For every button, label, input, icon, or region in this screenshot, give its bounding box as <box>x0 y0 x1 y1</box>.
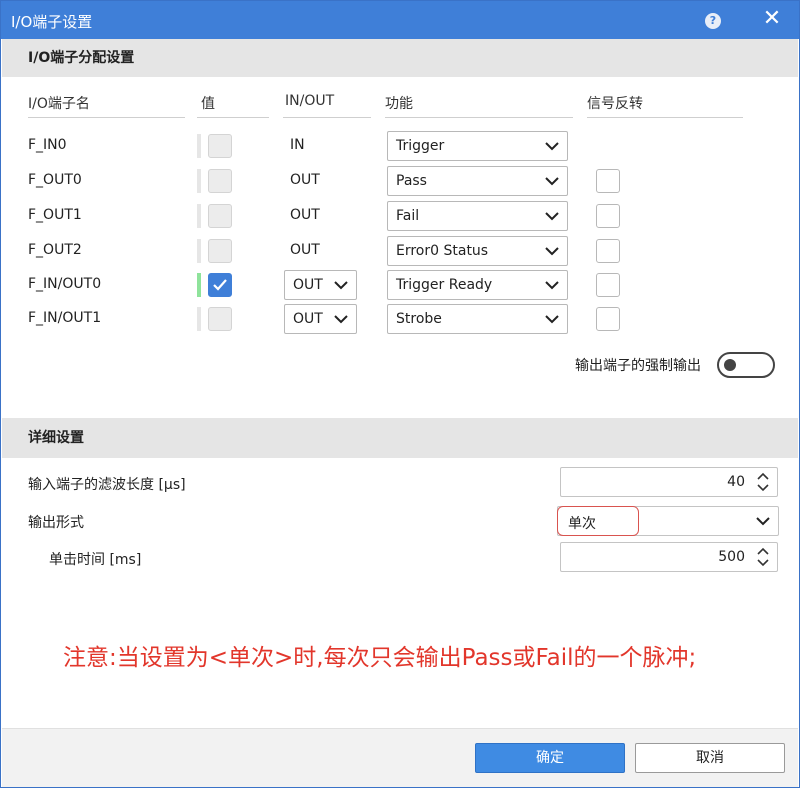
function-select[interactable]: Trigger <box>387 131 568 161</box>
io-direction-select[interactable]: OUT <box>284 304 357 334</box>
value-checkbox[interactable] <box>208 307 232 331</box>
function-value: Error0 Status <box>396 243 489 259</box>
cancel-button[interactable]: 取消 <box>635 743 785 773</box>
signal-invert-checkbox[interactable] <box>596 273 620 297</box>
io-direction-text: IN <box>290 137 305 153</box>
function-value: Pass <box>396 173 427 189</box>
spinner-arrows-icon[interactable] <box>755 470 771 494</box>
col-divider <box>28 117 185 118</box>
filter-length-label: 输入端子的滤波长度 [μs] <box>28 477 186 493</box>
chevron-down-icon <box>545 315 559 324</box>
port-name: F_OUT1 <box>28 207 82 223</box>
signal-invert-checkbox[interactable] <box>596 239 620 263</box>
port-name: F_IN/OUT1 <box>28 310 102 326</box>
value-checkbox[interactable] <box>208 134 232 158</box>
value-indicator-bar <box>197 169 201 193</box>
title-bar: I/O端子设置 ? ✕ <box>1 1 799 39</box>
io-direction-text: OUT <box>290 172 320 188</box>
chevron-down-icon <box>545 247 559 256</box>
checkmark-icon <box>213 279 227 291</box>
value-indicator-bar <box>197 134 201 158</box>
dialog-title: I/O端子设置 <box>11 13 93 31</box>
value-checkbox[interactable] <box>208 273 232 297</box>
chevron-down-icon <box>545 212 559 221</box>
io-direction-text: OUT <box>290 242 320 258</box>
value-indicator-bar <box>197 307 201 331</box>
io-direction-text: OUT <box>290 207 320 223</box>
col-divider <box>283 117 371 118</box>
col-header-in-out: IN/OUT <box>285 93 335 109</box>
filter-length-spinner[interactable]: 40 <box>560 467 778 497</box>
function-value: Trigger <box>396 138 445 154</box>
note-text: 注意:当设置为<单次>时,每次只会输出Pass或Fail的一个脉冲; <box>63 645 697 671</box>
value-indicator-bar <box>197 204 201 228</box>
signal-invert-checkbox[interactable] <box>596 204 620 228</box>
io-settings-dialog: I/O端子设置 ? ✕ I/O端子分配设置 I/O端子名 值 IN/OUT 功能… <box>0 0 800 788</box>
function-value: Trigger Ready <box>396 277 493 293</box>
chevron-down-icon <box>545 281 559 290</box>
close-icon[interactable]: ✕ <box>761 7 783 31</box>
function-select[interactable]: Fail <box>387 201 568 231</box>
chevron-down-icon <box>334 315 348 324</box>
value-checkbox[interactable] <box>208 239 232 263</box>
port-name: F_OUT0 <box>28 172 82 188</box>
signal-invert-checkbox[interactable] <box>596 169 620 193</box>
chevron-down-icon <box>756 517 770 526</box>
col-header-signal-invert: 信号反转 <box>587 96 643 112</box>
section-title-detail: 详细设置 <box>2 418 798 458</box>
port-name: F_IN/OUT0 <box>28 276 102 292</box>
force-output-label: 输出端子的强制输出 <box>575 358 701 374</box>
function-select[interactable]: Error0 Status <box>387 236 568 266</box>
chevron-down-icon <box>545 142 559 151</box>
value-indicator-bar <box>197 239 201 263</box>
filter-length-value[interactable]: 40 <box>727 474 745 490</box>
port-name: F_OUT2 <box>28 242 82 258</box>
io-direction-value: OUT <box>293 311 323 327</box>
col-divider <box>587 117 743 118</box>
help-icon[interactable]: ? <box>705 13 721 29</box>
col-header-port-name: I/O端子名 <box>28 96 90 112</box>
chevron-down-icon <box>334 281 348 290</box>
col-header-value: 值 <box>201 96 215 112</box>
single-time-value[interactable]: 500 <box>718 549 745 565</box>
port-name: F_IN0 <box>28 137 67 153</box>
col-divider <box>197 117 269 118</box>
value-checkbox[interactable] <box>208 204 232 228</box>
section-title-io-assignment: I/O端子分配设置 <box>2 39 798 77</box>
spinner-arrows-icon[interactable] <box>755 545 771 569</box>
function-select[interactable]: Pass <box>387 166 568 196</box>
function-value: Strobe <box>396 311 442 327</box>
output-form-label: 输出形式 <box>28 515 84 531</box>
highlight-box <box>557 506 639 536</box>
io-direction-value: OUT <box>293 277 323 293</box>
col-divider <box>385 117 573 118</box>
function-select[interactable]: Trigger Ready <box>387 270 568 300</box>
io-direction-select[interactable]: OUT <box>284 270 357 300</box>
value-checkbox[interactable] <box>208 169 232 193</box>
ok-button[interactable]: 确定 <box>475 743 625 773</box>
function-value: Fail <box>396 208 420 224</box>
chevron-down-icon <box>545 177 559 186</box>
single-time-spinner[interactable]: 500 <box>560 542 778 572</box>
col-header-function: 功能 <box>385 96 413 112</box>
single-time-label: 单击时间 [ms] <box>49 552 142 568</box>
function-select[interactable]: Strobe <box>387 304 568 334</box>
value-indicator-bar <box>197 273 201 297</box>
force-output-toggle[interactable] <box>717 352 775 378</box>
signal-invert-checkbox[interactable] <box>596 307 620 331</box>
toggle-knob <box>724 359 736 371</box>
